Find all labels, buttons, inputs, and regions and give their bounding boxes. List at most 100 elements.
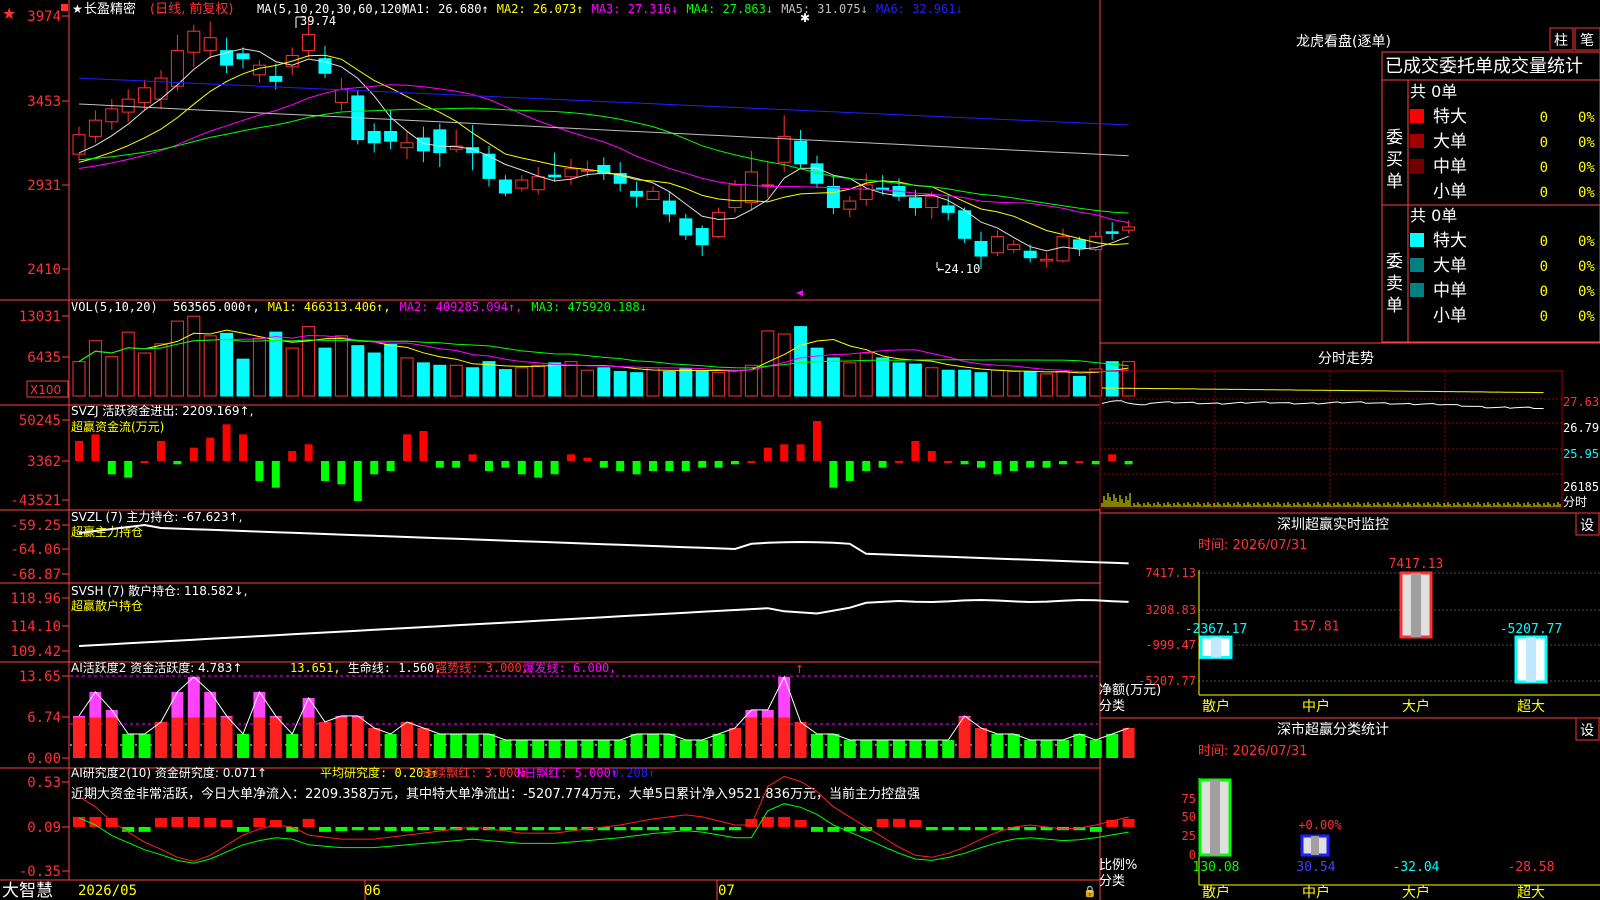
fund-flow-bar xyxy=(895,461,903,463)
candle-body xyxy=(794,140,808,165)
ai-bar-green xyxy=(647,733,659,758)
fund-flow-bar xyxy=(140,461,149,463)
row-label: 大单 xyxy=(1433,132,1467,152)
research-bar-green xyxy=(942,827,955,831)
volume-bar xyxy=(630,372,644,397)
sz-class-settings-label[interactable]: 设 xyxy=(1580,723,1594,739)
sz-class-x-axis-label: 分类 xyxy=(1099,874,1125,889)
vol-y-axis: 13031 6435 xyxy=(19,309,69,366)
ai-bar-green xyxy=(483,733,495,758)
ai-research-label: AI研究度2(10) 资金研究度: 0.071↑ xyxy=(71,765,267,780)
candle-body xyxy=(187,30,201,53)
row-color-swatch xyxy=(1410,233,1424,247)
tab-bi-label[interactable]: 笔 xyxy=(1580,33,1594,49)
fund-flow-bar xyxy=(255,461,264,481)
research-bar-green xyxy=(925,827,938,831)
research-bar-green xyxy=(679,827,692,831)
sz-realtime-category: 中户 xyxy=(1302,698,1330,715)
fund-flow-bar xyxy=(534,461,543,478)
fund-flow-bar xyxy=(468,454,477,461)
period-label[interactable]: (日线, 前复权) xyxy=(150,1,233,17)
sz-class-title: 深市超赢分类统计 xyxy=(1277,721,1389,738)
research-bar-green xyxy=(515,827,528,831)
indicator-value: 0.208↑ xyxy=(612,766,655,780)
research-bar-red xyxy=(1122,818,1135,827)
research-bar-red xyxy=(909,819,922,827)
ai-bar-green xyxy=(696,739,709,758)
ai-bar-red xyxy=(171,717,184,758)
volume-bar xyxy=(466,367,480,397)
row-label: 中单 xyxy=(1433,281,1467,301)
ai-bar-green xyxy=(581,739,594,758)
candle-body xyxy=(1122,226,1136,231)
candle-body xyxy=(712,211,726,238)
sz-realtime-settings-label[interactable]: 设 xyxy=(1580,518,1594,534)
fund-flow-bar xyxy=(1059,461,1067,465)
ai-bar-green xyxy=(466,733,479,758)
brand-label[interactable]: 大智慧 xyxy=(2,881,53,900)
research-bar-green xyxy=(548,827,561,831)
sz-class-category: 中户 xyxy=(1302,884,1330,900)
research-bar-green xyxy=(319,827,331,832)
svsh-sublabel: 超赢散户持仓 xyxy=(71,598,143,613)
ai-bar-green xyxy=(532,739,545,758)
fund-flow-bar xyxy=(567,454,575,461)
ai-bar-green xyxy=(712,733,725,758)
sz-class-y-tick: 50 xyxy=(1182,810,1196,824)
volume-bar xyxy=(990,369,1004,397)
fund-flow-bar xyxy=(222,424,231,461)
ai-bar-red xyxy=(745,717,758,758)
candle-body xyxy=(121,98,135,113)
vol-unit[interactable]: X100 xyxy=(30,383,61,397)
stock-name[interactable]: 长盈精密 xyxy=(84,1,136,17)
candle-body xyxy=(302,33,316,52)
research-bar-red xyxy=(745,818,758,827)
candle-body xyxy=(859,184,873,200)
fund-flow-bar xyxy=(517,461,526,475)
ai-bar-red xyxy=(761,717,774,758)
fund-flow-bar xyxy=(1009,461,1018,471)
research-bar-green xyxy=(1024,827,1037,831)
sz-class-bar-shade xyxy=(1210,780,1220,855)
candle-body xyxy=(958,210,972,239)
ai-bar-red xyxy=(335,717,348,758)
candle-body xyxy=(744,171,758,204)
ai-active-y-axis: 13.65 6.74 0.00 xyxy=(19,669,69,767)
ai-bar-red xyxy=(73,717,85,758)
row-count: 0 xyxy=(1540,135,1548,151)
sz-class-category: 大户 xyxy=(1402,884,1430,900)
ai-bar-red xyxy=(253,717,266,758)
tab-zhu-label[interactable]: 柱 xyxy=(1554,33,1568,49)
retail-position-line xyxy=(78,598,1129,647)
row-count: 0 xyxy=(1540,160,1548,176)
candle-body xyxy=(630,190,644,197)
fund-flow-bar xyxy=(435,461,444,468)
favorite-star-icon[interactable]: ★ xyxy=(72,2,83,16)
volume-bar xyxy=(826,357,840,397)
intraday-grid xyxy=(1099,370,1563,509)
lock-icon[interactable]: 🔒 xyxy=(1083,885,1097,898)
ma-line xyxy=(78,84,1129,224)
sz-class-bar-shade xyxy=(1311,836,1319,855)
ai-bar-green xyxy=(860,739,873,758)
ai-bar-red xyxy=(187,717,200,758)
volume-bar xyxy=(662,370,676,397)
volume-bar xyxy=(334,335,348,397)
candle-body xyxy=(1072,239,1086,249)
sz-realtime-y-tick: 7417.13 xyxy=(1145,566,1196,580)
date-label-may: 2026/05 xyxy=(78,883,137,899)
fund-flow-bar xyxy=(419,431,428,461)
candle-body xyxy=(728,184,742,209)
volume-bar xyxy=(1072,375,1086,397)
volume-bar xyxy=(892,362,906,397)
research-bar-green xyxy=(712,827,725,831)
ai-bar-green xyxy=(876,739,889,758)
star-icon[interactable]: ★ xyxy=(2,4,16,23)
ai-bar-green xyxy=(597,739,610,758)
ai-bar-red xyxy=(89,717,102,758)
ai-bar-green xyxy=(138,733,151,758)
ai-bar-red xyxy=(417,727,430,758)
row-count: 0 xyxy=(1540,259,1548,275)
ai-bar-green xyxy=(843,739,856,758)
intraday-y-axis: 27.63 26.79 25.95 xyxy=(1563,395,1599,461)
